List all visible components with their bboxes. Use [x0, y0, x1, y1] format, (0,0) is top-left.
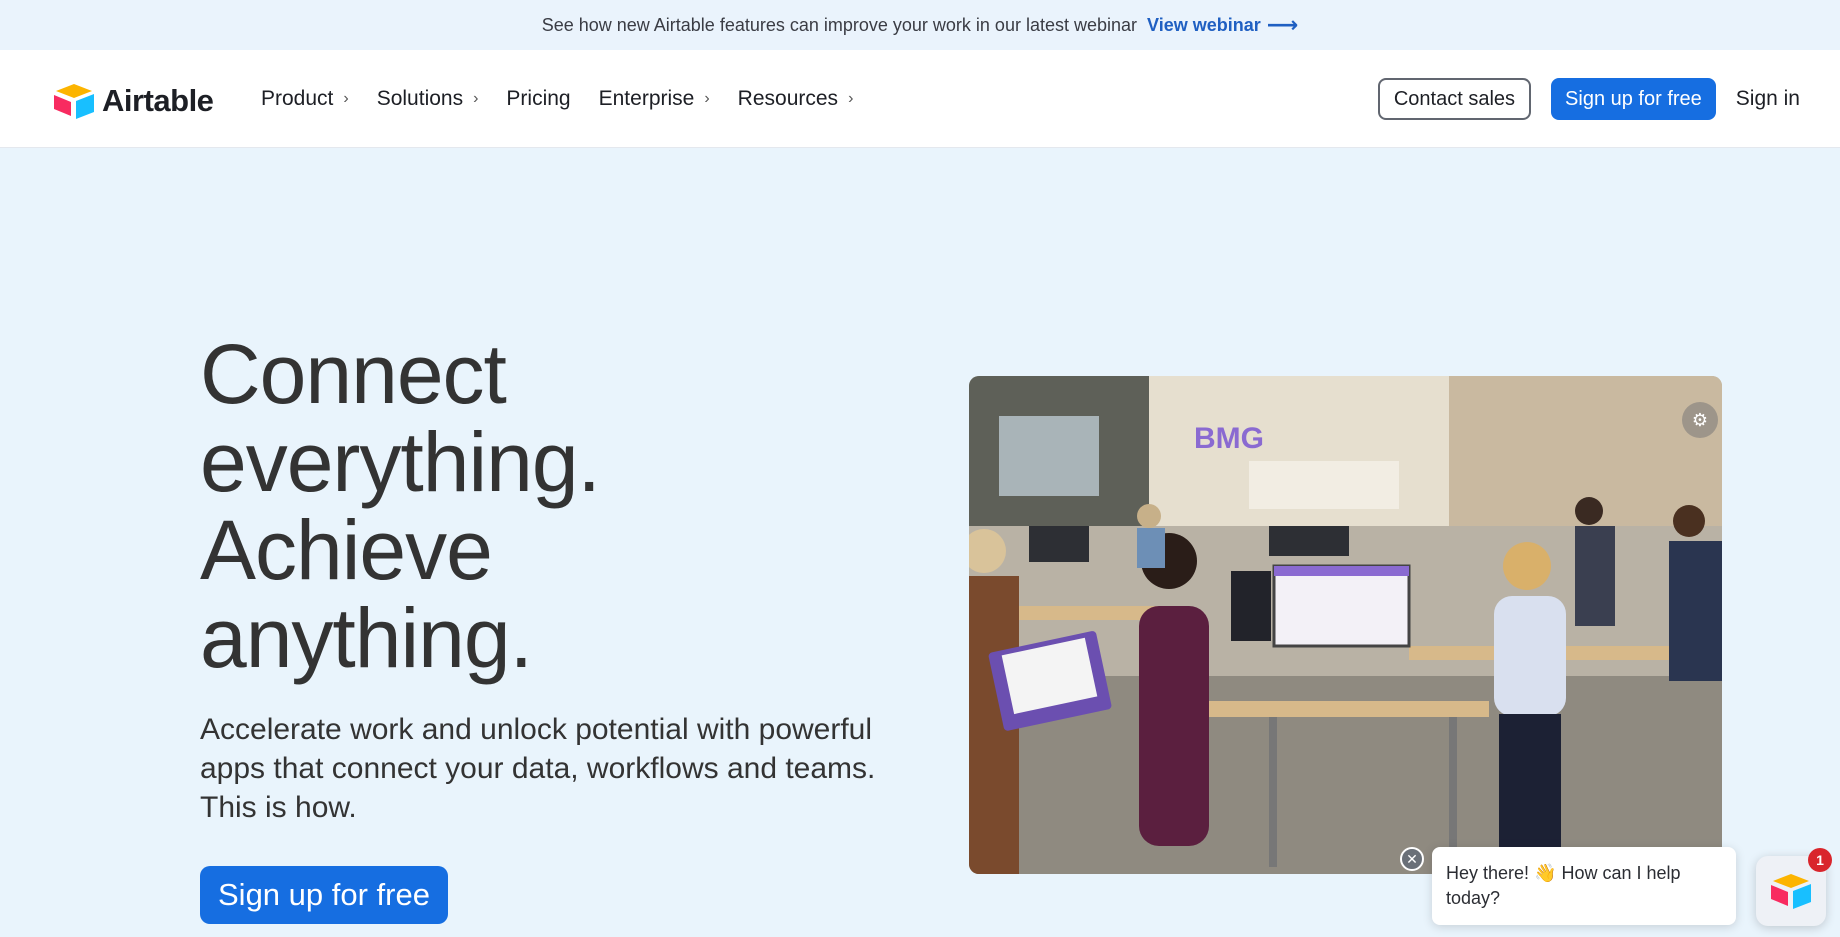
main-menu: Product › Solutions › Pricing Enterprise…	[261, 50, 881, 148]
office-scene-image: BMG	[969, 376, 1722, 874]
signin-link[interactable]: Sign in	[1736, 87, 1800, 111]
hero-title-line: everything.	[200, 415, 601, 509]
hero-photo: BMG ⚙	[969, 376, 1722, 874]
airtable-logo-icon	[54, 84, 94, 119]
chevron-right-icon: ›	[343, 90, 349, 107]
chat-message: Hey there! 👋 How can I help today?	[1446, 863, 1681, 908]
contact-sales-button[interactable]: Contact sales	[1377, 78, 1532, 120]
hero-signup-button[interactable]: Sign up for free	[200, 866, 448, 924]
arrow-right-icon: ⟶	[1266, 12, 1299, 37]
top-nav: Airtable Product › Solutions › Pricing E…	[0, 50, 1840, 148]
image-settings-icon[interactable]: ⚙	[1682, 402, 1718, 438]
hero-subtitle: Accelerate work and unlock potential wit…	[200, 713, 876, 824]
signup-button[interactable]: Sign up for free	[1551, 78, 1716, 120]
nav-actions: Contact sales Sign up for free Sign in	[1377, 50, 1800, 148]
hero-title-line: anything.	[200, 591, 533, 685]
hero-title-line: Connect	[200, 327, 507, 421]
menu-item-label: Solutions	[376, 87, 464, 110]
notification-badge: 1	[1808, 848, 1832, 872]
menu-item-solutions[interactable]: Solutions ›	[377, 87, 479, 111]
view-webinar-link[interactable]: View webinar ⟶	[1147, 14, 1298, 36]
banner-text: See how new Airtable features can improv…	[541, 14, 1138, 35]
menu-item-enterprise[interactable]: Enterprise ›	[599, 87, 710, 111]
brand-name: Airtable	[102, 83, 214, 118]
chevron-right-icon: ›	[848, 90, 854, 107]
menu-item-pricing[interactable]: Pricing	[506, 87, 570, 111]
menu-item-label: Enterprise	[598, 87, 695, 110]
chevron-right-icon: ›	[704, 90, 710, 107]
wall-sign: BMG	[1194, 422, 1264, 455]
menu-item-resources[interactable]: Resources ›	[738, 87, 854, 111]
chevron-right-icon: ›	[473, 90, 479, 107]
hero-title: Connect everything. Achieve anything.	[200, 327, 601, 685]
menu-item-label: Product	[261, 87, 334, 110]
menu-item-product[interactable]: Product ›	[261, 87, 349, 111]
menu-item-label: Resources	[737, 87, 839, 110]
hero-title-line: Achieve	[200, 503, 493, 597]
view-webinar-label: View webinar	[1147, 14, 1261, 35]
menu-item-label: Pricing	[506, 87, 571, 110]
announcement-banner: See how new Airtable features can improv…	[0, 0, 1840, 50]
chat-bubble[interactable]: Hey there! 👋 How can I help today?	[1432, 847, 1736, 925]
airtable-logo-icon	[1771, 874, 1811, 909]
brand-logo[interactable]: Airtable	[52, 82, 214, 120]
close-icon[interactable]: ✕	[1400, 847, 1424, 871]
